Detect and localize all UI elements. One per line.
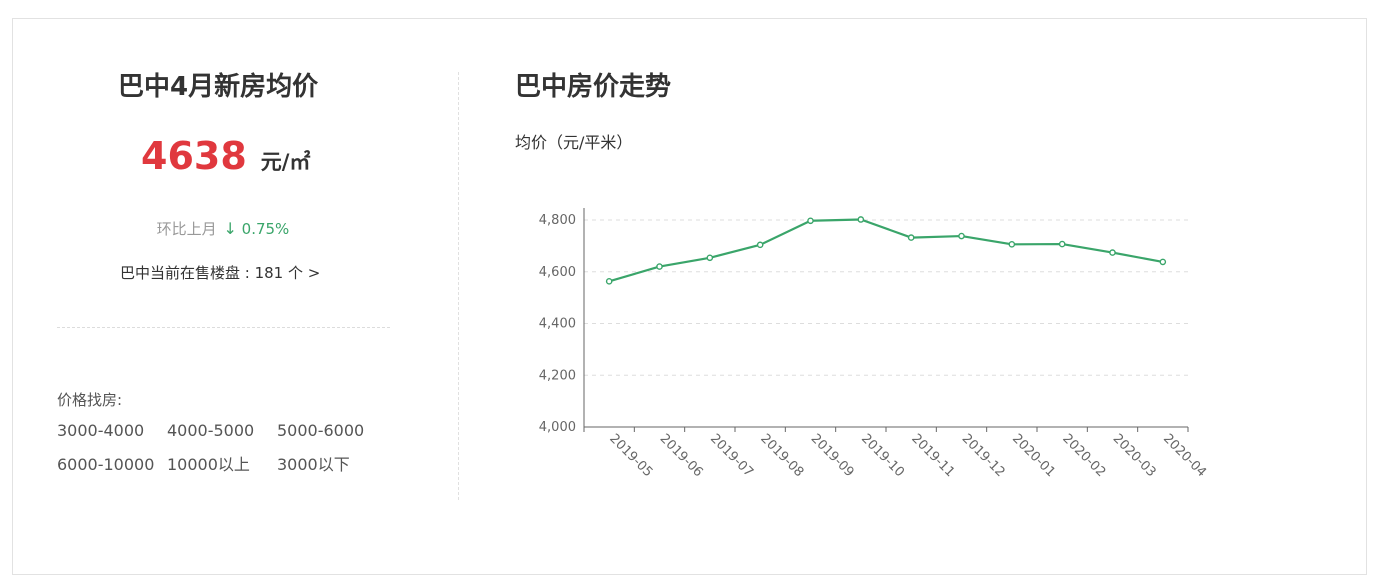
x-tick-label: 2020-01 [1009, 431, 1058, 480]
data-point[interactable] [1159, 258, 1167, 266]
price-trend-chart: 4,0004,2004,4004,6004,8002019-05 2019-06 2… [539, 208, 1209, 480]
data-point[interactable] [857, 216, 865, 223]
data-point[interactable] [958, 232, 965, 240]
series-line [608, 218, 1164, 283]
column-divider [458, 72, 459, 500]
price-range-link-3000-4000[interactable]: 3000-4000 [57, 420, 167, 442]
data-point[interactable] [907, 234, 915, 241]
x-tick-label: 2019-08 [757, 431, 806, 480]
price-range-link-below-3000[interactable]: 3000以下 [277, 454, 387, 476]
data-point[interactable] [756, 241, 764, 249]
arrow-down-icon: ↓ [223, 219, 237, 238]
x-tick-label: 2019-10 [858, 431, 907, 480]
price-filter-title: 价格找房: [57, 391, 123, 409]
mom-label: 环比上月 [156, 220, 217, 238]
price-trend-title: 巴中房价走势 [515, 72, 672, 102]
y-tick-label: 4,200 [539, 368, 576, 383]
onsale-count-link[interactable]: 巴中当前在售楼盘 : 181 个 > [120, 264, 320, 282]
price-range-link-10000-plus[interactable]: 10000以上 [167, 454, 277, 476]
y-tick-label: 4,400 [539, 317, 576, 332]
data-point[interactable] [656, 263, 663, 270]
price-row: 4638 元/㎡ [141, 134, 310, 178]
data-point[interactable] [1109, 249, 1116, 256]
month-over-month: 环比上月 ↓ 0.75% [0, 218, 446, 239]
y-tick-label: 4,000 [539, 420, 576, 435]
data-point[interactable] [706, 254, 714, 262]
price-range-link-4000-5000[interactable]: 4000-5000 [167, 420, 277, 442]
price-value: 4638 [141, 134, 247, 178]
section-divider [57, 327, 390, 328]
data-point[interactable] [1008, 241, 1016, 248]
data-point[interactable] [1058, 240, 1066, 248]
x-tick-label: 2019-05 [606, 431, 655, 480]
x-tick-label: 2020-02 [1059, 431, 1108, 480]
data-point[interactable] [807, 217, 814, 225]
x-tick-label: 2020-03 [1110, 431, 1159, 480]
price-range-link-5000-6000[interactable]: 5000-6000 [277, 420, 387, 442]
avg-price-title: 巴中4月新房均价 [118, 72, 319, 102]
y-tick-label: 4,600 [539, 265, 576, 280]
data-point[interactable] [605, 278, 613, 285]
onsale-count-row: 巴中当前在售楼盘 : 181 个 > [120, 262, 320, 283]
y-axis-unit-label: 均价（元/平米） [515, 133, 633, 152]
x-tick-label: 2019-11 [908, 431, 957, 480]
x-tick-label: 2019-07 [707, 431, 756, 480]
y-tick-label: 4,800 [539, 213, 576, 228]
x-tick-label: 2019-09 [808, 431, 857, 480]
price-range-grid: 3000-4000 4000-5000 5000-6000 6000-10000… [57, 420, 397, 476]
price-unit: 元/㎡ [260, 150, 311, 174]
mom-value: 0.75% [241, 220, 290, 238]
price-range-link-6000-10000[interactable]: 6000-10000 [57, 454, 167, 476]
x-tick-label: 2020-04 [1160, 431, 1209, 480]
x-tick-label: 2019-12 [959, 431, 1008, 480]
x-tick-label: 2019-06 [657, 431, 706, 480]
